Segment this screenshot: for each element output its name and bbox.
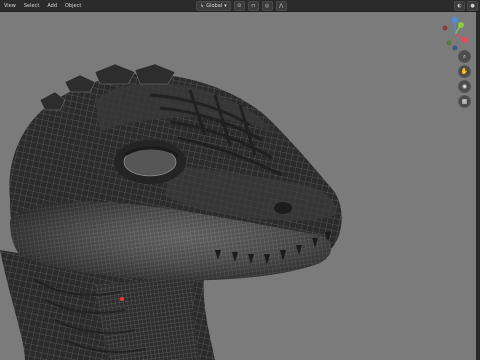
neg-x-axis-handle xyxy=(442,25,448,31)
hand-icon: ✋ xyxy=(460,68,469,75)
nostril xyxy=(274,202,292,214)
camera-icon: ◉ xyxy=(461,83,468,90)
navigation-buttons: ⌕ ✋ ◉ ▦ xyxy=(458,50,471,108)
chevron-down-icon: ▾ xyxy=(224,3,227,9)
neg-y-axis-handle xyxy=(446,40,452,46)
pan-button[interactable]: ✋ xyxy=(458,65,471,78)
pivot-icon: ⊙ xyxy=(237,3,242,9)
viewport-header: View Select Add Object ↳ Global ▾ ⊙ ⊓ ◎ … xyxy=(0,0,480,12)
falloff-icon: ⋀ xyxy=(279,3,284,9)
proportional-edit-icon: ◎ xyxy=(264,3,270,9)
proportional-falloff-button[interactable]: ⋀ xyxy=(275,1,287,11)
3d-viewport[interactable] xyxy=(0,0,480,360)
overlay-icon: ◐ xyxy=(457,3,462,9)
header-menu: View Select Add Object xyxy=(0,3,81,9)
x-axis-handle xyxy=(462,37,468,43)
neck-ridges xyxy=(95,275,200,360)
menu-view[interactable]: View xyxy=(4,3,16,9)
orientation-label: Global xyxy=(206,3,223,9)
grid-icon: ▦ xyxy=(461,98,468,105)
y-axis-handle xyxy=(458,22,464,28)
proportional-edit-button[interactable]: ◎ xyxy=(261,1,273,11)
z-axis-handle xyxy=(452,17,458,23)
snap-button[interactable]: ⊓ xyxy=(247,1,259,11)
transform-orientation-dropdown[interactable]: ↳ Global ▾ xyxy=(196,1,231,11)
perspective-toggle-button[interactable]: ▦ xyxy=(458,95,471,108)
overlay-button[interactable]: ◐ xyxy=(454,1,465,11)
crocodile-sculpt-mesh[interactable] xyxy=(0,0,480,360)
neg-z-axis-handle xyxy=(452,45,458,51)
zoom-icon: ⌕ xyxy=(462,53,467,60)
transform-tools: ↳ Global ▾ ⊙ ⊓ ◎ ⋀ xyxy=(196,1,287,11)
shading-icon: ● xyxy=(470,3,475,9)
sidebar-edge[interactable] xyxy=(476,12,480,360)
viewport-shading-tools: ◐ ● xyxy=(454,1,478,11)
menu-object[interactable]: Object xyxy=(65,3,81,9)
snap-icon: ⊓ xyxy=(251,3,256,9)
selected-vertex xyxy=(119,296,125,302)
orientation-icon: ↳ xyxy=(200,3,205,9)
shading-button[interactable]: ● xyxy=(467,1,478,11)
camera-view-button[interactable]: ◉ xyxy=(458,80,471,93)
pivot-point-button[interactable]: ⊙ xyxy=(233,1,245,11)
menu-add[interactable]: Add xyxy=(47,3,57,9)
menu-select[interactable]: Select xyxy=(24,3,39,9)
zoom-button[interactable]: ⌕ xyxy=(458,50,471,63)
navigation-gizmo[interactable] xyxy=(437,16,473,52)
